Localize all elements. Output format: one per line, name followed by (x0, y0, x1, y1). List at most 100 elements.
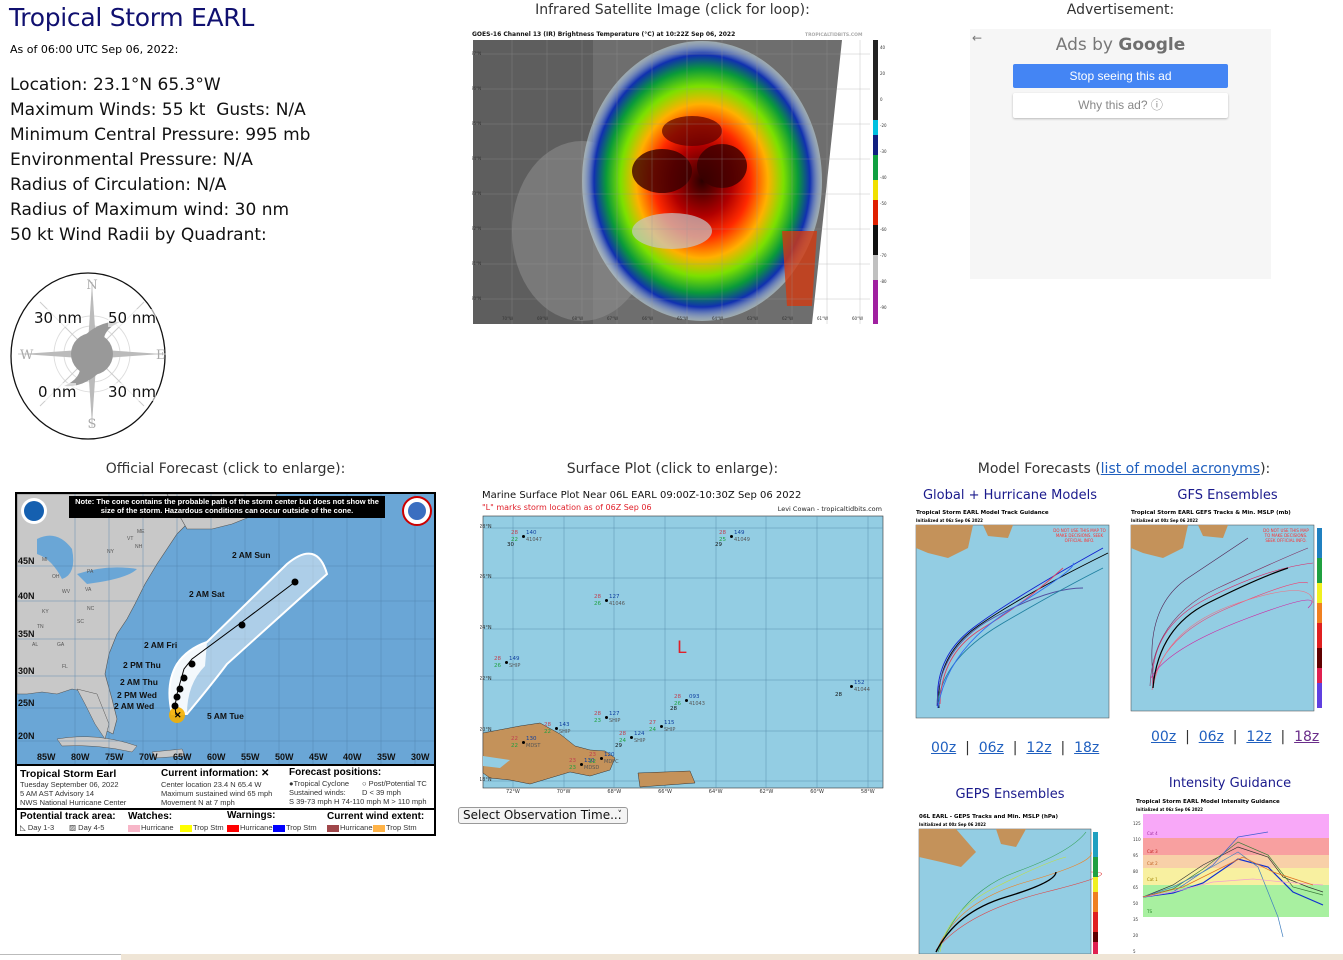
gefs-warning: DO NOT USE THIS MAP TO MAKE DECISIONS. S… (1263, 528, 1309, 543)
ad-container: ← Ads by Google Stop seeing this ad Why … (970, 29, 1271, 279)
wind-radius-ne: 50 nm (108, 309, 156, 327)
intensity-band-label: Cat 4 (1147, 831, 1158, 836)
info-env-pressure: Environmental Pressure: N/A (10, 150, 253, 170)
satellite-lon-label: 60°W (852, 316, 864, 321)
legend-wind-trop: Trop Stm (386, 823, 417, 832)
intensity-y-tick: 95 (1133, 853, 1139, 858)
surface-lon-label: 64°W (708, 789, 723, 794)
station-temp: 28 (544, 722, 551, 728)
station-dot (600, 757, 603, 760)
station-pressure: 093 (689, 694, 700, 700)
map-lon-label: 30W (411, 752, 430, 762)
station-id: SHIP (509, 663, 521, 669)
station-pressure: 149 (509, 656, 520, 662)
why-this-ad-button[interactable]: Why this ad? ⓘ (1013, 93, 1228, 118)
legend-current-line: Center location 23.4 N 65.4 W (161, 780, 262, 789)
model-title-prefix: Model Forecasts ( (977, 461, 1101, 477)
legend-watches-title: Watches: (128, 811, 173, 822)
legend-shm: S 39-73 mph H 74-110 mph M > 110 mph (289, 797, 427, 806)
satellite-lon-label: 70°W (502, 316, 514, 321)
global-models-thumbnail[interactable]: Tropical Storm EARL Model Track Guidance… (913, 508, 1111, 720)
satellite-lon-label: 61°W (817, 316, 829, 321)
surface-plot-link[interactable]: Marine Surface Plot Near 06L EARL 09:00Z… (480, 488, 885, 794)
satellite-lat-label: 24°N (472, 156, 482, 161)
legend-advisory: 5 AM AST Advisory 14 (20, 789, 95, 798)
map-lat-label: 40N (18, 591, 35, 601)
station-id: SHIP (664, 727, 676, 733)
intensity-chart (1142, 814, 1329, 954)
compass-n: N (86, 278, 97, 293)
legend-wind-hurricane: Hurricane (340, 823, 373, 832)
global-run-00z[interactable]: 00z (931, 740, 956, 756)
station-id: SHIP (609, 718, 621, 724)
global-run-12z[interactable]: 12z (1026, 740, 1051, 756)
satellite-lon-label: 69°W (537, 316, 549, 321)
station-dot (555, 727, 558, 730)
state-label: SC (77, 619, 84, 625)
geps-thumbnail[interactable]: 06L EARL - GEPS Tracks and Min. MSLP (hP… (916, 812, 1106, 954)
ads-by-text: Ads by (1055, 35, 1113, 55)
global-run-06z[interactable]: 06z (979, 740, 1004, 756)
map-lon-label: 60W (207, 752, 226, 762)
global-run-18z[interactable]: 18z (1074, 740, 1099, 756)
satellite-lon-label: 65°W (677, 316, 689, 321)
official-forecast-map-link[interactable]: ✕ Note: The cone contains the probable p… (15, 492, 436, 836)
ads-by-google-label: Ads by Google (970, 35, 1271, 55)
station-dot (630, 736, 633, 739)
info-radius-max-wind: Radius of Maximum wind: 30 nm (10, 200, 290, 220)
stop-seeing-ad-button[interactable]: Stop seeing this ad (1013, 64, 1228, 88)
station-pressure: 120 (604, 752, 615, 758)
legend-storm-name: Tropical Storm Earl (20, 768, 117, 780)
legend-watch-trop: Trop Stm (193, 823, 224, 832)
station-dot (522, 741, 525, 744)
station-sst: 30 (507, 542, 514, 548)
storm-title: Tropical Storm EARL (9, 3, 254, 32)
satellite-image-link[interactable]: GOES-16 Channel 13 (IR) Brightness Tempe… (472, 31, 889, 324)
station-temp: 28 (594, 594, 601, 600)
station-id: 41047 (526, 537, 542, 543)
warning-hurricane-swatch (227, 824, 239, 832)
info-max-winds: Maximum Winds: 55 kt Gusts: N/A (10, 100, 306, 120)
warning-tropstm-swatch (273, 824, 285, 832)
gefs-run-18z[interactable]: 18z (1294, 729, 1319, 745)
station-dot (685, 699, 688, 702)
as-of-timestamp: As of 06:00 UTC Sep 06, 2022: (10, 43, 179, 56)
state-label: NC (87, 606, 95, 612)
legend-warnings-title: Warnings: (227, 810, 276, 821)
surface-lon-label: 68°W (607, 789, 622, 794)
intensity-y-tick: 65 (1133, 885, 1139, 890)
gefs-run-12z[interactable]: 12z (1246, 729, 1271, 745)
gefs-run-00z[interactable]: 00z (1151, 729, 1176, 745)
forecast-point-label: 2 AM Sat (189, 589, 225, 599)
intensity-thumbnail[interactable]: Tropical Storm EARL Model Intensity Guid… (1133, 797, 1331, 954)
intensity-band-label: Cat 1 (1147, 877, 1158, 882)
legend-current-title: Current information: ✕ (161, 768, 270, 779)
intensity-band-label: TS (1147, 909, 1152, 914)
station-pressure: 124 (634, 731, 645, 737)
station-temp: 22 (511, 736, 518, 742)
surface-lon-label: 58°W (860, 789, 875, 794)
intensity-y-tick: 50 (1133, 901, 1139, 906)
intensity-title: Intensity Guidance (1168, 776, 1292, 791)
station-temp: 28 (511, 530, 518, 536)
bottom-strip-left (0, 954, 121, 960)
satellite-lat-label: 27°N (472, 51, 482, 56)
model-forecasts-section-title: Model Forecasts (list of model acronyms)… (905, 461, 1343, 477)
legend-wind-extent-title: Current wind extent: (327, 811, 425, 822)
map-lon-label: 75W (105, 752, 124, 762)
legend-d: D < 39 mph (362, 788, 401, 797)
gefs-thumbnail[interactable]: Tropical Storm EARL GEFS Tracks & Min. M… (1128, 508, 1333, 713)
station-id: 41046 (609, 601, 625, 607)
map-lon-label: 70W (139, 752, 158, 762)
bottom-strip (0, 954, 1343, 960)
station-id: SHIP (634, 738, 646, 744)
station-temp: 28 (674, 694, 681, 700)
gefs-run-06z[interactable]: 06z (1199, 729, 1224, 745)
model-acronyms-link[interactable]: list of model acronyms (1101, 461, 1260, 477)
official-forecast-section-title: Official Forecast (click to enlarge): (105, 461, 346, 477)
station-dewpoint: 23 (569, 765, 576, 771)
surface-plot-section-title: Surface Plot (click to enlarge): (566, 461, 779, 477)
legend-day45: Day 4-5 (78, 823, 105, 832)
observation-time-select[interactable]: Select Observation Time... ˅ (458, 807, 628, 824)
colorbar-label: 40 (880, 45, 886, 50)
